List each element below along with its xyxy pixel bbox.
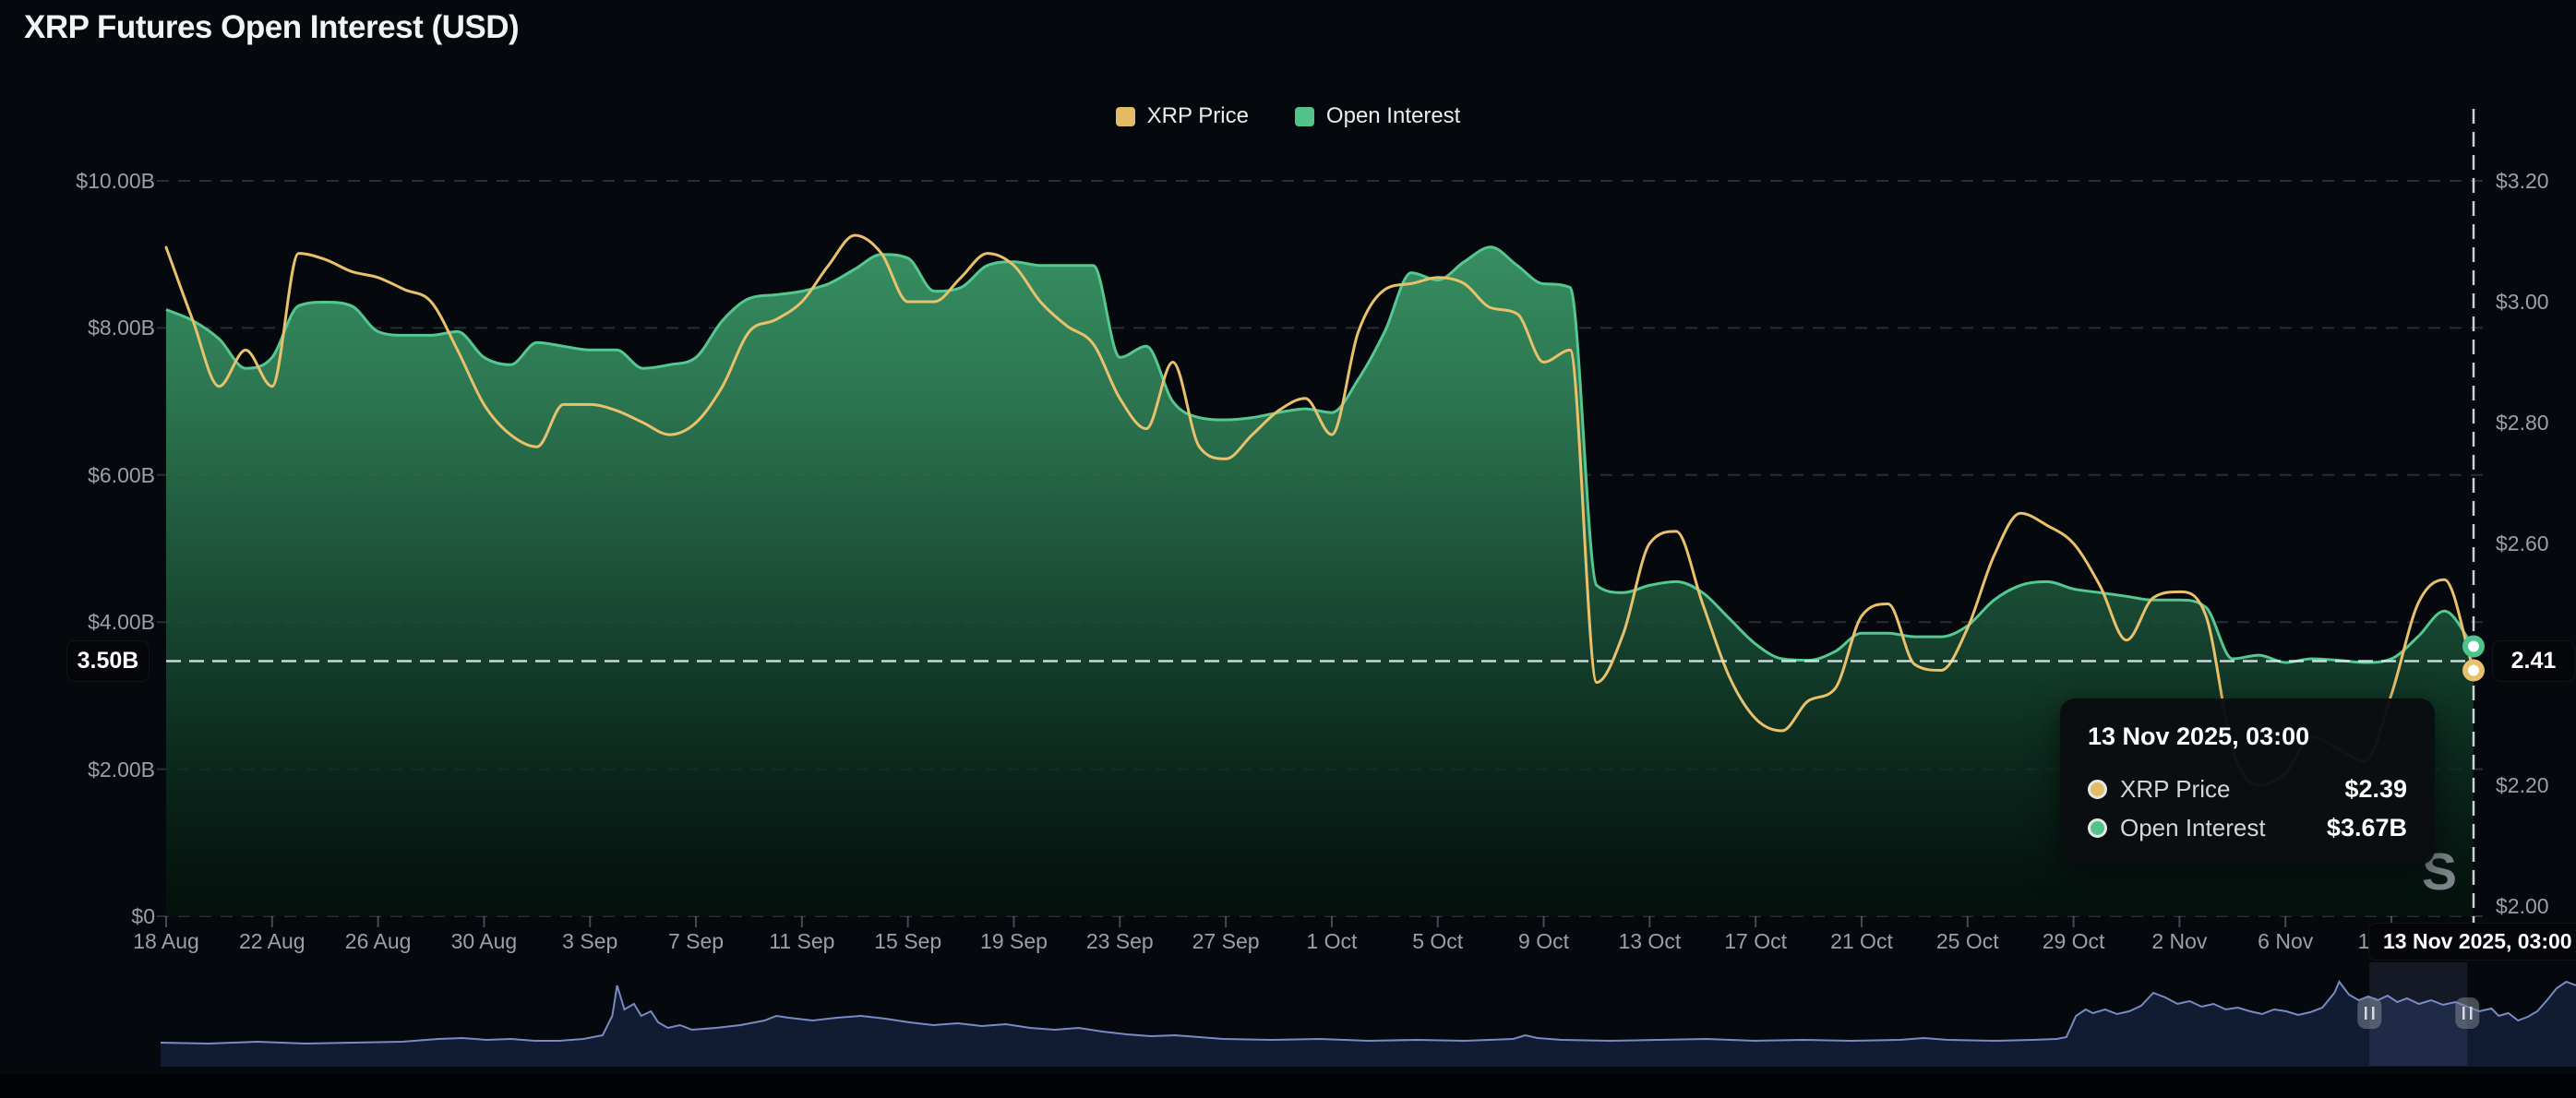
tooltip-label-xrp-price: XRP Price: [2120, 775, 2230, 804]
navigator-window[interactable]: [2369, 962, 2467, 1066]
legend-item-open-interest[interactable]: Open Interest: [1295, 103, 1460, 129]
navigator-handle-left[interactable]: [2357, 997, 2381, 1029]
right-axis-tick-label: $2.60: [2496, 530, 2575, 557]
open-interest-swatch-icon: [1295, 107, 1314, 126]
left-axis-tick-label: $10.00B: [0, 167, 155, 195]
tooltip-value-open-interest: $3.67B: [2327, 814, 2407, 842]
open-interest-end-dot: [2465, 639, 2482, 655]
crosshair-right-axis-badge: 2.41: [2492, 640, 2575, 682]
right-axis-tick-label: $3.20: [2496, 167, 2575, 195]
left-axis-tick-label: $2.00B: [0, 756, 155, 783]
right-axis-tick-label: $2.20: [2496, 771, 2575, 799]
right-axis-tick-label: $2.00: [2496, 892, 2575, 920]
xrp-price-end-dot: [2465, 662, 2482, 679]
legend-label-xrp-price: XRP Price: [1147, 103, 1249, 129]
left-axis-tick-label: $4.00B: [0, 608, 155, 636]
left-axis-tick-label: $8.00B: [0, 314, 155, 341]
tooltip: 13 Nov 2025, 03:00 XRP Price $2.39 Open …: [2060, 698, 2435, 865]
left-axis-tick-label: $6.00B: [0, 461, 155, 489]
legend: XRP Price Open Interest: [0, 103, 2576, 129]
tooltip-row-open-interest: Open Interest $3.67B: [2088, 814, 2407, 842]
crosshair-date-badge: 13 Nov 2025, 03:00: [2368, 923, 2576, 961]
tooltip-value-xrp-price: $2.39: [2344, 775, 2407, 804]
page-title: XRP Futures Open Interest (USD): [24, 9, 519, 46]
tooltip-label-open-interest: Open Interest: [2120, 814, 2266, 842]
open-interest-dot-icon: [2088, 818, 2107, 838]
chart-panel: XRP Futures Open Interest (USD) XRP Pric…: [0, 0, 2576, 1098]
xrp-price-swatch-icon: [1116, 107, 1135, 126]
crosshair-left-axis-badge: 3.50B: [66, 640, 150, 682]
left-axis-tick-label: $0: [0, 902, 155, 930]
tooltip-row-xrp-price: XRP Price $2.39: [2088, 775, 2407, 804]
navigator-area: [161, 982, 2576, 1067]
xrp-price-dot-icon: [2088, 780, 2107, 799]
tooltip-date: 13 Nov 2025, 03:00: [2088, 722, 2407, 751]
right-axis-tick-label: $3.00: [2496, 288, 2575, 316]
right-axis-tick-label: $2.80: [2496, 409, 2575, 436]
legend-label-open-interest: Open Interest: [1326, 103, 1460, 129]
legend-item-xrp-price[interactable]: XRP Price: [1116, 103, 1249, 129]
navigator-handle-right[interactable]: [2455, 997, 2479, 1029]
